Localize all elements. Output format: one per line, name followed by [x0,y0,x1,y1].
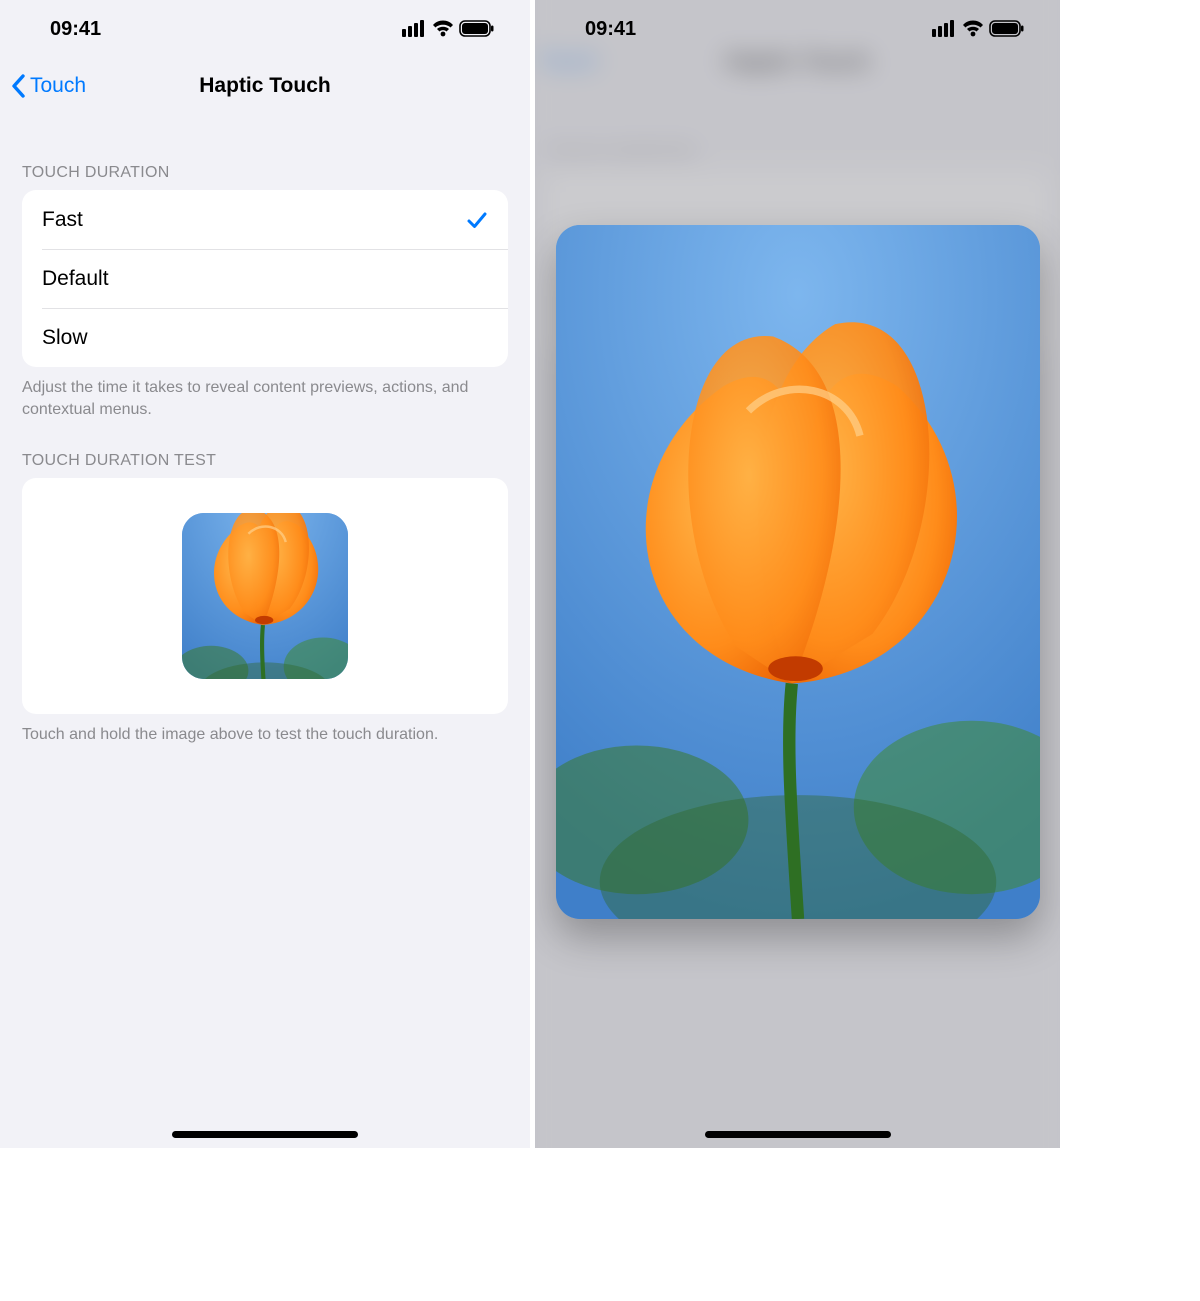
preview-screen: Touch Haptic Touch TOUCH DURATION 09:41 [535,0,1060,1148]
duration-option-default[interactable]: Default [22,249,508,308]
haptic-preview-image[interactable] [556,225,1040,919]
status-bar: 09:41 [535,0,1060,58]
touch-test-card [22,478,508,714]
status-time: 09:41 [585,18,636,41]
option-label: Default [42,267,109,291]
status-indicators [402,19,496,39]
chevron-left-icon [10,73,28,99]
duration-option-fast[interactable]: Fast [22,190,508,249]
section-footer-duration: Adjust the time it takes to reveal conte… [0,367,530,420]
back-label: Touch [30,74,86,98]
option-label: Fast [42,208,83,232]
home-indicator[interactable] [172,1131,358,1138]
status-time: 09:41 [50,18,101,41]
home-indicator[interactable] [705,1131,891,1138]
section-header-duration: TOUCH DURATION [0,114,530,190]
option-label: Slow [42,326,88,350]
status-bar: 09:41 [0,0,530,58]
settings-screen: 09:41 Touch Haptic Touch TOUCH DURATION … [0,0,530,1148]
status-indicators [932,19,1026,39]
duration-option-slow[interactable]: Slow [22,308,508,367]
section-header-test: TOUCH DURATION TEST [0,420,530,478]
touch-test-image[interactable] [182,513,348,679]
duration-options-list: Fast Default Slow [22,190,508,367]
checkmark-icon [466,209,488,231]
back-button[interactable]: Touch [10,73,86,99]
section-footer-test: Touch and hold the image above to test t… [0,714,530,746]
nav-bar: Touch Haptic Touch [0,58,530,114]
